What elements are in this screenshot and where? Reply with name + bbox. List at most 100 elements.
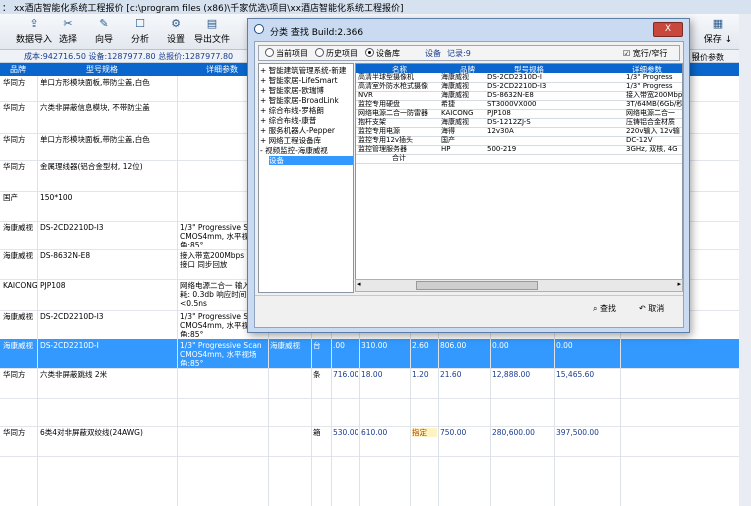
cell-f1: 指定 [412,428,437,437]
import-label: 数据导入 [16,35,53,45]
settings-button[interactable]: ⚙ 设置 [158,16,194,47]
list-cell: 海康威视 [441,118,469,126]
cell-model: 6类4对非屏蔽双绞线(24AWG) [40,428,143,437]
scroll-right-icon[interactable]: ▸ [677,280,681,288]
cell-unit: 箱 [313,428,321,437]
tree-item[interactable]: 设备 [269,156,353,165]
cancel-label: 取消 [648,304,665,313]
list-cell: 网络电源二合一 [626,109,675,117]
cell-unit: 条 [313,370,321,379]
cancel-button[interactable]: ↶ 取消 [639,303,664,314]
tree-item[interactable]: + 智能家居-LifeSmart [260,76,338,85]
table-row[interactable]: 华同方 六类非屏蔽跳线 2米 条 716.00 18.00 1.20 21.60 12,888… [0,368,739,399]
radio-history-project[interactable]: 历史项目 [315,48,358,59]
cell-model: 单口方形模块面板,带防尘盖,白色 [40,78,150,87]
close-button[interactable]: X [653,22,683,37]
cell-brand: 华同方 [3,135,26,144]
table-row[interactable]: 华同方 6类4对非屏蔽双绞线(24AWG) 箱 530.00 610.00 指定 750.0… [0,426,739,457]
right-scroll-panel[interactable] [739,14,751,506]
export-button[interactable]: ▤ 导出文件 [194,16,230,47]
device-list: 名称 品牌 型号规格 详细参数 高清半球型摄像机 海康威视 DS-2CD2310D-… [355,63,683,280]
cell-brand: 华同方 [3,78,26,87]
cell-model: 单口方形模块面板,带防尘盖,白色 [40,135,150,144]
cell-brand: 海康威视 [3,251,33,260]
cell-unit: 台 [313,341,321,350]
cell-f2: 806.00 [440,341,467,350]
list-cell: 监控专用电源 [358,127,400,135]
list-cell: 220v输入 12v输 [626,127,680,135]
find-label: 查找 [600,304,617,313]
tree-item[interactable]: + 智能建筑管理系统-新建 [260,66,346,75]
cell-model: DS-8632N-E8 [40,251,91,260]
list-cell: 500-219 [487,145,517,153]
save-button[interactable]: ▦ 保存 ↓ [700,16,736,47]
tree-item[interactable]: + 综合布线-罗格朗 [260,106,324,115]
list-cell: PJP108 [487,109,511,117]
cell-qty: .00 [333,341,345,350]
cell-model: DS-2CD2210D-I3 [40,223,104,232]
radio-label: 历史项目 [326,49,358,58]
checkbox-icon: ☑ [623,49,631,58]
table-row[interactable] [0,398,739,427]
undo-icon: ↶ [639,304,646,313]
scroll-left-icon[interactable]: ◂ [357,280,361,288]
cell-brand: 海康威视 [3,312,33,321]
radio-current-project[interactable]: 当前项目 [265,48,308,59]
col-brand[interactable]: 品牌 [10,64,26,75]
cell-f3: 280,600.00 [492,428,535,437]
list-cell: 高清室外防水枪式摄像 [358,82,428,90]
cell-model: 六类非屏蔽跳线 2米 [40,370,108,379]
list-item[interactable]: 合计 [356,154,682,164]
cell-brand: 华同方 [3,428,26,437]
table-row[interactable]: 海康威视 DS-2CD2210D-I 1/3" Progressive Scan C… [0,339,739,369]
category-tree: + 智能建筑管理系统-新建 + 智能家居-LifeSmart + 智能家居-欧瑞博 +… [258,63,354,293]
tree-item[interactable]: + 综合布线-康普 [260,116,316,125]
filter-bar: 当前项目 历史项目 设备库 设备 记录:9 ☑ 宽行/窄行 [258,45,680,61]
tree-item[interactable]: + 网络工程设备库 [260,136,321,145]
analyze-button[interactable]: ☐ 分析 [122,16,158,47]
tree-item[interactable]: + 服务机器人-Pepper [260,126,335,135]
cell-model: PJP108 [40,281,66,290]
cell-detail [180,428,266,454]
wizard-button[interactable]: ✎ 向导 [86,16,122,47]
cell-detail [180,370,266,396]
cell-model: DS-2CD2210D-I3 [40,312,104,321]
params-label: 报价参数 [692,53,724,62]
select-button[interactable]: ✂ 选择 [50,16,86,47]
params-checkbox[interactable]: 报价参数 ☐ [692,51,724,62]
cell-f4: 0.00 [556,341,573,350]
list-cell: 1/3" Progress [626,73,673,81]
gear-icon: ⚙ [171,17,181,30]
list-cell: DC-12V [626,136,653,144]
wide-row-checkbox[interactable]: ☑ 宽行/窄行 [623,48,667,59]
cell-brand: 海康威视 [3,341,33,350]
cell-f1: 2.60 [412,341,429,350]
cell-model: 六类非屏蔽信息模块, 不带防尘盖 [40,103,150,112]
cell-price: 310.00 [361,341,388,350]
import-button[interactable]: ⇪ 数据导入 [16,16,52,47]
cell-brand2: 海康威视 [270,341,300,350]
list-cell: 压铸铝合金材质 [626,118,675,126]
radio-device-library[interactable]: 设备库 [365,48,400,59]
col-detail[interactable]: 详细参数 [206,64,238,75]
list-cell: 希捷 [441,100,455,108]
tree-item[interactable]: - 视频监控-海康威视 [260,146,328,155]
scroll-thumb[interactable] [416,281,538,290]
list-cell: 国产 [441,136,455,144]
tree-item[interactable]: + 智能家居-BroadLink [260,96,339,105]
list-cell: 1/3" Progress [626,82,673,90]
cell-model: 金属理线器(铝合金型材, 12位) [40,162,143,171]
list-cell: DS-2CD2210D-I3 [487,82,547,90]
list-cell: 监控管理服务器 [358,145,407,153]
cell-price: 610.00 [361,428,388,437]
list-cell: 合计 [392,154,406,162]
cell-brand: 华同方 [3,162,26,171]
radio-icon [365,48,374,57]
cell-model: DS-2CD2210D-I [40,341,99,350]
find-button[interactable]: ⌕ 查找 [593,303,616,314]
col-model[interactable]: 型号规格 [86,64,118,75]
horizontal-scrollbar[interactable]: ◂ ▸ [355,279,683,292]
select-icon: ✂ [63,17,73,30]
cell-f3: 0.00 [492,341,509,350]
tree-item[interactable]: + 智能家居-欧瑞博 [260,86,324,95]
